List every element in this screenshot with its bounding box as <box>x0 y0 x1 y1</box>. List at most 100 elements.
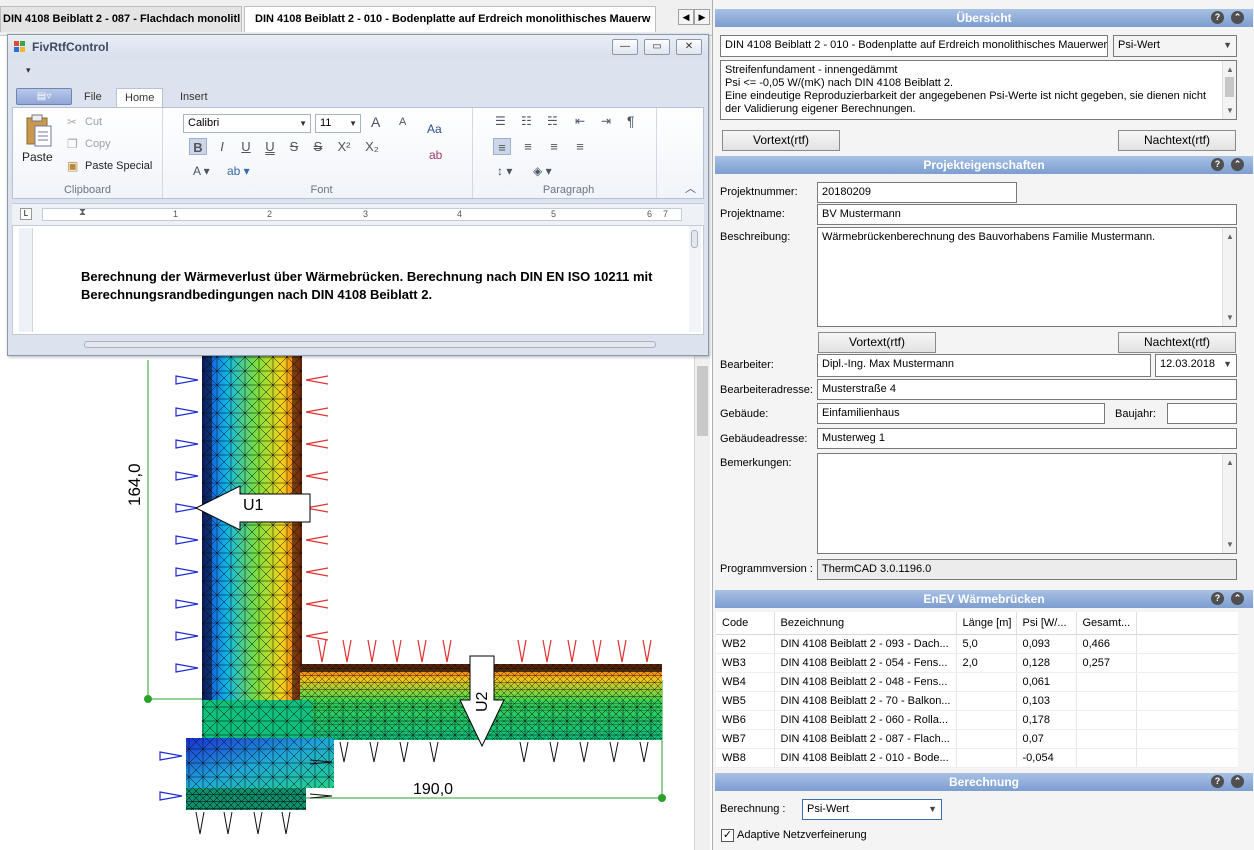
detail-description[interactable]: Streifenfundament - innengedämmt Psi <= … <box>720 60 1237 120</box>
column-header-laenge[interactable]: Länge [m] <box>956 612 1017 635</box>
decrease-indent-icon[interactable]: ⇤ <box>575 114 585 128</box>
projekt-vortext-button[interactable]: Vortext(rtf) <box>818 332 936 353</box>
maximize-button[interactable]: ▭ <box>644 39 670 55</box>
underline-icon[interactable]: U <box>237 138 255 155</box>
quick-access-toolbar-icon[interactable]: ▾ <box>26 65 31 76</box>
copy-button[interactable]: Copy <box>85 138 111 150</box>
double-strikethrough-icon[interactable]: S <box>309 138 327 155</box>
table-row[interactable]: WB3 DIN 4108 Beiblatt 2 - 054 - Fens... … <box>716 653 1238 673</box>
datum-picker[interactable]: 12.03.2018 ▼ <box>1155 354 1237 377</box>
shading-icon[interactable]: ◈ ▾ <box>533 164 552 178</box>
section-header-berechnung[interactable]: Berechnung ? ⌃ <box>715 773 1253 791</box>
collapse-icon[interactable]: ⌃ <box>1231 775 1244 788</box>
document-tab-bodenplatte[interactable]: DIN 4108 Beiblatt 2 - 010 - Bodenplatte … <box>244 6 656 32</box>
nachtext-button[interactable]: Nachtext(rtf) <box>1118 130 1236 151</box>
numbered-list-icon[interactable]: ☷ <box>521 114 532 128</box>
app-menu-button[interactable]: ▤▿ <box>16 88 72 105</box>
superscript-icon[interactable]: X² <box>335 138 353 155</box>
paste-special-button[interactable]: Paste Special <box>85 160 152 172</box>
subscript-icon[interactable]: X₂ <box>363 138 381 155</box>
vortext-button[interactable]: Vortext(rtf) <box>722 130 840 151</box>
collapse-icon[interactable]: ⌃ <box>1231 158 1244 171</box>
section-header-projekt[interactable]: Projekteigenschaften ? ⌃ <box>715 156 1253 174</box>
table-row[interactable]: WB2 DIN 4108 Beiblatt 2 - 093 - Dach... … <box>716 634 1238 654</box>
bold-icon[interactable]: B <box>189 138 207 155</box>
paste-button[interactable]: Paste <box>22 150 53 164</box>
italic-icon[interactable]: I <box>213 138 231 155</box>
beschreibung-scrollbar[interactable]: ▲ ▼ <box>1222 228 1236 326</box>
drawing-vertical-scrollbar[interactable] <box>694 356 710 850</box>
projektnummer-field[interactable]: 20180209 <box>817 182 1017 203</box>
bullet-list-icon[interactable]: ☰ <box>495 114 506 128</box>
strikethrough-icon[interactable]: S <box>285 138 303 155</box>
tab-scroll-right-button[interactable]: ▶ <box>694 9 710 25</box>
align-left-icon[interactable]: ≡ <box>493 138 511 155</box>
table-row[interactable]: WB6 DIN 4108 Beiblatt 2 - 060 - Rolla...… <box>716 710 1238 730</box>
help-icon[interactable]: ? <box>1211 775 1224 788</box>
editor-vertical-scrollbar[interactable] <box>689 226 701 332</box>
rtf-title-bar[interactable]: FivRtfControl — ▭ ✕ <box>8 35 708 59</box>
change-case-button[interactable]: Aa <box>427 122 442 136</box>
editor-horizontal-scrollbar[interactable] <box>68 339 688 351</box>
help-icon[interactable]: ? <box>1211 11 1224 24</box>
align-center-icon[interactable]: ≡ <box>519 138 537 155</box>
column-header-gesamt[interactable]: Gesamt... <box>1076 612 1137 635</box>
bearbeiteradresse-field[interactable]: Musterstraße 4 <box>817 379 1237 400</box>
beschreibung-field[interactable]: Wärmebrückenberechnung des Bauvorhabens … <box>817 227 1237 327</box>
rtf-editor-area[interactable]: Berechnung der Wärmeverlust über Wärmebr… <box>12 225 704 335</box>
multilevel-list-icon[interactable]: ☵ <box>547 114 558 128</box>
tab-file[interactable]: File <box>76 88 110 109</box>
shrink-font-button[interactable]: A <box>399 116 406 128</box>
projektname-field[interactable]: BV Mustermann <box>817 204 1237 225</box>
collapse-icon[interactable]: ⌃ <box>1231 592 1244 605</box>
tab-home[interactable]: Home <box>116 88 164 109</box>
help-icon[interactable]: ? <box>1211 158 1224 171</box>
column-header-code[interactable]: Code <box>716 612 775 635</box>
bearbeiter-field[interactable]: Dipl.-Ing. Max Mustermann <box>817 354 1151 377</box>
clear-formatting-icon[interactable]: ab <box>429 148 442 162</box>
section-header-enev[interactable]: EnEV Wärmebrücken ? ⌃ <box>715 590 1253 608</box>
help-icon[interactable]: ? <box>1211 592 1224 605</box>
table-row[interactable]: WB5 DIN 4108 Beiblatt 2 - 70 - Balkon...… <box>716 691 1238 711</box>
document-tab-flachdach[interactable]: DIN 4108 Beiblatt 2 - 087 - Flachdach mo… <box>0 6 242 32</box>
show-paragraph-marks-icon[interactable]: ¶ <box>627 113 635 129</box>
column-header-bezeichnung[interactable]: Bezeichnung <box>774 612 957 635</box>
section-header-uebersicht[interactable]: Übersicht ? ⌃ <box>715 9 1253 27</box>
collapse-icon[interactable]: ⌃ <box>1231 11 1244 24</box>
rtf-document-text[interactable]: Berechnung der Wärmeverlust über Wärmebr… <box>81 268 681 304</box>
tab-insert[interactable]: Insert <box>172 88 216 109</box>
projekt-nachtext-button[interactable]: Nachtext(rtf) <box>1118 332 1236 353</box>
highlight-icon[interactable]: ab ▾ <box>227 164 250 178</box>
collapse-ribbon-icon[interactable]: ︿ <box>685 180 696 196</box>
table-row[interactable]: WB4 DIN 4108 Beiblatt 2 - 048 - Fens... … <box>716 672 1238 692</box>
grow-font-button[interactable]: A <box>371 114 380 130</box>
detail-select[interactable]: DIN 4108 Beiblatt 2 - 010 - Bodenplatte … <box>720 35 1108 57</box>
tab-scroll-left-button[interactable]: ◀ <box>678 9 694 25</box>
thermal-drawing-canvas[interactable]: 164,0 190,0 U1 U2 <box>0 356 712 850</box>
value-type-select[interactable]: Psi-Wert ▼ <box>1113 35 1237 57</box>
close-button[interactable]: ✕ <box>676 39 702 55</box>
double-underline-icon[interactable]: U <box>261 138 279 155</box>
berechnung-select[interactable]: Psi-Wert ▼ <box>802 799 942 820</box>
bemerkungen-scrollbar[interactable]: ▲ ▼ <box>1222 454 1236 553</box>
cut-button[interactable]: Cut <box>85 116 102 128</box>
column-header-psi[interactable]: Psi [W/... <box>1016 612 1077 635</box>
gebaeude-field[interactable]: Einfamilienhaus <box>817 403 1105 424</box>
gebaeudeadresse-field[interactable]: Musterweg 1 <box>817 428 1237 449</box>
horizontal-ruler[interactable]: ⧗ 1 2 3 4 5 6 7 <box>42 207 682 221</box>
description-scrollbar[interactable]: ▲ ▼ <box>1222 61 1236 119</box>
increase-indent-icon[interactable]: ⇥ <box>601 114 611 128</box>
indent-marker[interactable]: ⧗ <box>79 207 86 218</box>
tab-stop-selector[interactable]: L <box>20 208 32 220</box>
baujahr-field[interactable] <box>1167 403 1237 424</box>
line-spacing-icon[interactable]: ↕ ▾ <box>497 164 512 178</box>
font-size-select[interactable]: 11 ▼ <box>315 114 361 133</box>
align-right-icon[interactable]: ≡ <box>545 138 563 155</box>
table-row[interactable]: WB7 DIN 4108 Beiblatt 2 - 087 - Flach...… <box>716 729 1238 749</box>
table-row[interactable]: WB8 DIN 4108 Beiblatt 2 - 010 - Bode... … <box>716 748 1238 768</box>
font-color-icon[interactable]: A ▾ <box>193 164 210 178</box>
bemerkungen-field[interactable]: ▲ ▼ <box>817 453 1237 554</box>
font-name-select[interactable]: Calibri ▼ <box>183 114 311 133</box>
adaptive-refinement-checkbox[interactable]: ✓ <box>721 829 734 842</box>
justify-icon[interactable]: ≡ <box>571 138 589 155</box>
